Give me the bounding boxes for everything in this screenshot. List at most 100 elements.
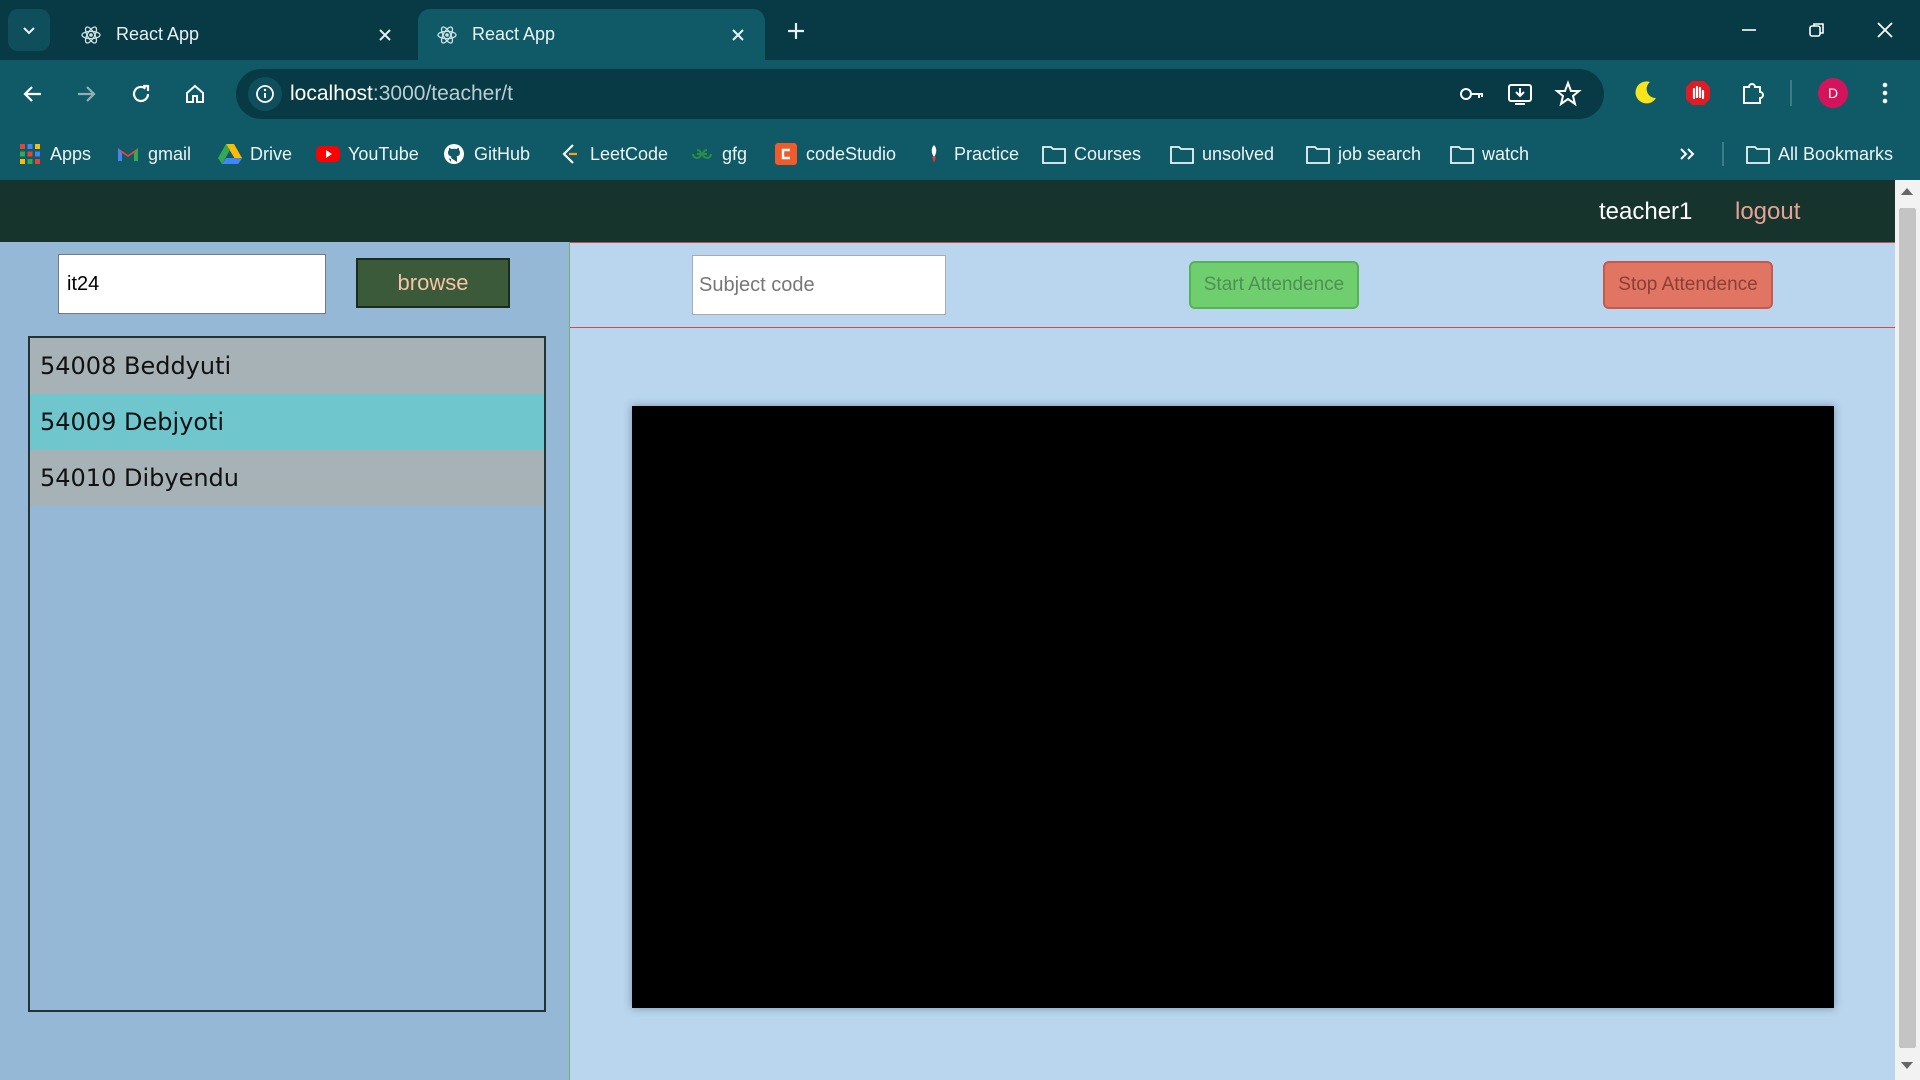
browser-menu-button[interactable] bbox=[1868, 76, 1902, 110]
arrow-right-icon bbox=[78, 86, 96, 102]
tab-title: React App bbox=[116, 24, 200, 44]
chevron-down-icon bbox=[23, 27, 35, 35]
bookmark-folder-watch[interactable]: watch bbox=[1450, 137, 1529, 171]
subject-code-input[interactable] bbox=[692, 255, 946, 315]
bookmark-label: gfg bbox=[722, 143, 748, 164]
plus-icon bbox=[788, 23, 804, 39]
tab-title: React App bbox=[472, 24, 556, 44]
student-row[interactable]: 54008 Beddyuti bbox=[30, 338, 544, 394]
url-text: localhost:3000/teacher/t bbox=[290, 82, 513, 106]
bookmark-folder-unsolved[interactable]: unsolved bbox=[1170, 137, 1274, 171]
bookmark-codestudio[interactable]: codeStudio bbox=[774, 137, 896, 171]
profile-avatar[interactable]: D bbox=[1818, 78, 1848, 108]
student-panel: browse 54008 Beddyuti 54009 Debjyoti 540… bbox=[0, 242, 569, 1080]
class-code-input[interactable] bbox=[58, 254, 326, 314]
browser-tab-active[interactable]: React App bbox=[418, 9, 765, 60]
site-info-button[interactable] bbox=[248, 77, 282, 111]
browser-tab[interactable]: React App bbox=[62, 9, 412, 60]
install-icon bbox=[1508, 84, 1532, 105]
app-header: teacher1 logout bbox=[0, 180, 1895, 242]
close-icon[interactable] bbox=[370, 20, 400, 50]
back-button[interactable] bbox=[13, 74, 53, 114]
bookmark-star-button[interactable] bbox=[1554, 80, 1582, 108]
gfg-icon bbox=[690, 142, 714, 166]
drive-icon bbox=[218, 142, 242, 166]
bookmark-label: job search bbox=[1338, 143, 1422, 164]
folder-icon bbox=[1170, 142, 1194, 166]
tab-search-button[interactable] bbox=[8, 9, 50, 51]
extension-blocker[interactable] bbox=[1681, 76, 1715, 110]
bookmark-drive[interactable]: Drive bbox=[218, 137, 292, 171]
bookmark-label: LeetCode bbox=[590, 143, 669, 164]
youtube-icon bbox=[316, 142, 340, 166]
practice-icon bbox=[922, 142, 946, 166]
close-icon[interactable] bbox=[723, 20, 753, 50]
extension-dark-mode[interactable] bbox=[1628, 76, 1662, 110]
bookmark-label: YouTube bbox=[348, 143, 419, 164]
home-icon bbox=[186, 84, 204, 103]
folder-icon bbox=[1042, 142, 1066, 166]
bookmarks-overflow-button[interactable] bbox=[1672, 140, 1702, 168]
restore-icon bbox=[1809, 23, 1824, 37]
student-list[interactable]: 54008 Beddyuti 54009 Debjyoti 54010 Diby… bbox=[28, 336, 546, 1012]
page-scrollbar[interactable] bbox=[1895, 180, 1920, 1080]
apps-grid-icon bbox=[18, 142, 42, 166]
camera-video-feed bbox=[632, 406, 1834, 1008]
page-content: teacher1 logout browse 54008 Beddyuti 54… bbox=[0, 180, 1920, 1080]
codestudio-icon bbox=[774, 142, 798, 166]
new-tab-button[interactable] bbox=[778, 13, 814, 49]
bookmark-apps[interactable]: Apps bbox=[18, 137, 91, 171]
all-bookmarks-button[interactable]: All Bookmarks bbox=[1746, 137, 1893, 171]
restore-button[interactable] bbox=[1792, 10, 1842, 50]
password-key-button[interactable] bbox=[1458, 80, 1486, 108]
reload-button[interactable] bbox=[121, 74, 161, 114]
username-label: teacher1 bbox=[1599, 198, 1693, 225]
url-path: :3000/teacher/t bbox=[372, 82, 513, 105]
bookmark-gmail[interactable]: gmail bbox=[116, 137, 191, 171]
close-icon bbox=[1877, 22, 1893, 38]
gmail-icon bbox=[116, 142, 140, 166]
minimize-button[interactable] bbox=[1724, 10, 1774, 50]
bookmark-label: unsolved bbox=[1202, 143, 1275, 164]
scrollbar-thumb[interactable] bbox=[1899, 208, 1916, 1048]
bookmark-folder-job-search[interactable]: job search bbox=[1306, 137, 1421, 171]
stop-attendance-button[interactable]: Stop Attendence bbox=[1603, 261, 1773, 309]
student-row[interactable]: 54009 Debjyoti bbox=[30, 394, 544, 450]
bookmark-leetcode[interactable]: LeetCode bbox=[558, 137, 668, 171]
start-attendance-button[interactable]: Start Attendence bbox=[1189, 261, 1359, 309]
extensions-button[interactable] bbox=[1736, 76, 1770, 110]
bookmark-github[interactable]: GitHub bbox=[442, 137, 530, 171]
student-row[interactable]: 54010 Dibyendu bbox=[30, 450, 544, 506]
bookmark-practice[interactable]: Practice bbox=[922, 137, 1019, 171]
logout-link[interactable]: logout bbox=[1735, 198, 1800, 226]
bookmark-youtube[interactable]: YouTube bbox=[316, 137, 419, 171]
bookmark-gfg[interactable]: gfg bbox=[690, 137, 747, 171]
attendance-control-bar: Start Attendence Stop Attendence bbox=[570, 242, 1896, 328]
bookmark-label: Drive bbox=[250, 143, 293, 164]
arrow-left-icon bbox=[23, 86, 41, 102]
github-icon bbox=[442, 142, 466, 166]
window-close-button[interactable] bbox=[1860, 10, 1910, 50]
browse-button[interactable]: browse bbox=[356, 258, 510, 308]
bookmark-label: Courses bbox=[1074, 143, 1142, 164]
toolbar-separator bbox=[1790, 80, 1792, 106]
bookmark-label: watch bbox=[1482, 143, 1530, 164]
star-icon bbox=[1554, 80, 1582, 107]
attendance-panel: Start Attendence Stop Attendence bbox=[569, 242, 1896, 1080]
info-icon bbox=[256, 85, 274, 103]
home-button[interactable] bbox=[175, 74, 215, 114]
bookmarks-bar: Apps gmail Drive YouTube GitHub LeetCode bbox=[0, 128, 1920, 180]
scroll-down-arrow-icon[interactable] bbox=[1901, 1062, 1913, 1069]
double-chevron-right-icon bbox=[1680, 148, 1695, 160]
bookmark-label: GitHub bbox=[474, 143, 531, 164]
bookmark-label: Practice bbox=[954, 143, 1020, 164]
address-bar[interactable]: localhost:3000/teacher/t bbox=[236, 69, 1604, 119]
forward-button[interactable] bbox=[66, 74, 106, 114]
install-app-button[interactable] bbox=[1506, 80, 1534, 108]
bookmark-folder-courses[interactable]: Courses bbox=[1042, 137, 1141, 171]
hand-stop-icon bbox=[1686, 81, 1710, 105]
scroll-up-arrow-icon[interactable] bbox=[1901, 188, 1913, 195]
folder-icon bbox=[1450, 142, 1474, 166]
leetcode-icon bbox=[558, 142, 582, 166]
all-bookmarks-label: All Bookmarks bbox=[1778, 143, 1894, 164]
